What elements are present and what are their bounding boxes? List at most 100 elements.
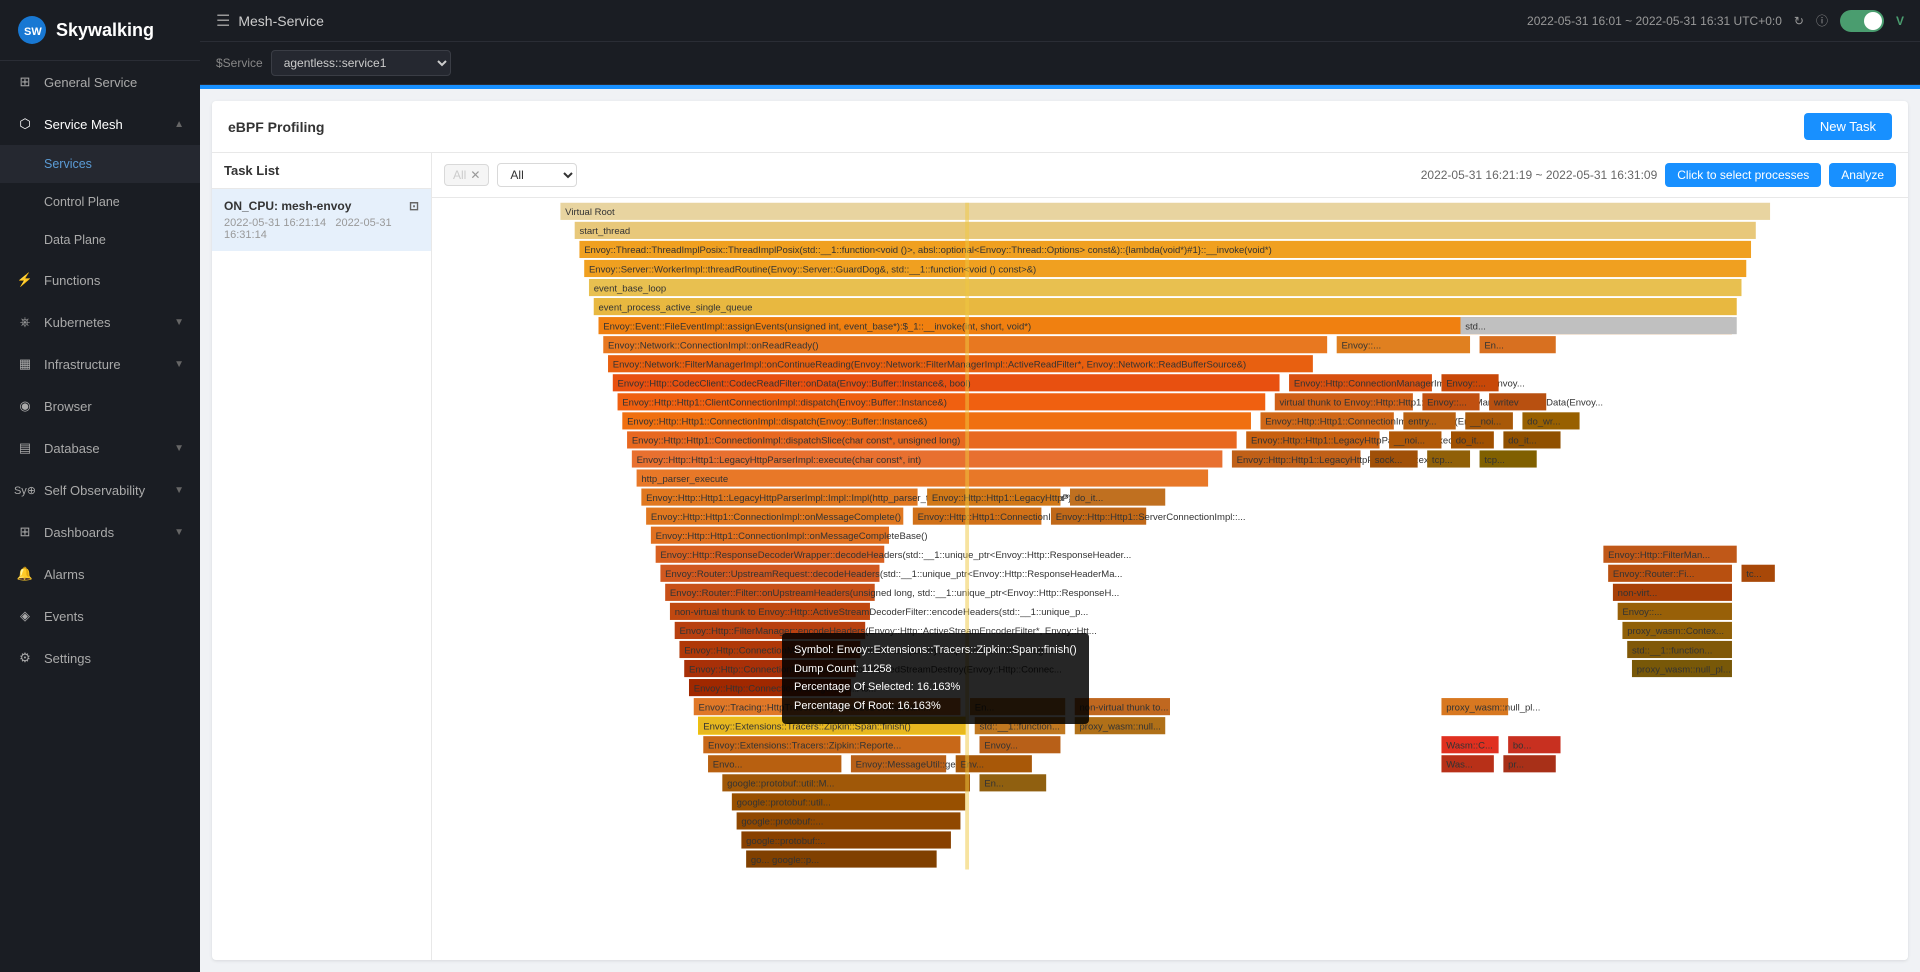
flame-bar[interactable] [665,584,875,601]
tag-remove-icon[interactable]: ✕ [470,168,480,182]
flame-bar[interactable] [1441,698,1508,715]
flame-bar[interactable] [975,717,1065,734]
sidebar-item-service-mesh[interactable]: ⬡ Service Mesh ▲ [0,103,200,145]
sidebar-item-events[interactable]: ◈ Events [0,595,200,637]
flame-bar[interactable] [622,412,1251,429]
flame-bar[interactable] [1618,603,1732,620]
flame-bar[interactable] [980,774,1047,791]
flame-bar[interactable] [1337,336,1470,353]
sidebar-item-functions[interactable]: ⚡ Functions [0,259,200,301]
task-icon[interactable]: ⊡ [409,199,419,213]
flame-bar[interactable] [651,527,889,544]
task-item[interactable]: ON_CPU: mesh-envoy ⊡ 2022-05-31 16:21:14… [212,189,431,251]
flame-bar[interactable] [737,812,961,829]
flame-bar[interactable] [1480,336,1556,353]
flame-bar[interactable] [646,508,903,525]
flame-bar[interactable] [560,203,1770,220]
flame-bar[interactable] [627,431,1237,448]
flame-bar[interactable] [632,450,1223,467]
flame-bar[interactable] [1451,431,1494,448]
flame-bar[interactable] [608,355,1313,372]
flame-bar[interactable] [618,393,1266,410]
flame-bar[interactable] [708,755,841,772]
sidebar-item-alarms[interactable]: 🔔 Alarms [0,553,200,595]
sidebar-item-services[interactable]: Services [0,145,200,183]
flame-bar[interactable] [637,469,1209,486]
flame-bar[interactable] [579,241,1751,258]
flame-bar[interactable] [679,641,860,658]
new-task-button[interactable]: New Task [1804,113,1892,140]
flame-bar[interactable] [1441,736,1498,753]
flame-bar[interactable] [1260,412,1393,429]
flame-bar[interactable] [1503,755,1555,772]
flame-bar[interactable] [689,679,851,696]
flame-bar[interactable] [1742,565,1775,582]
flame-bar[interactable] [1622,622,1732,639]
flame-bar[interactable] [1465,412,1513,429]
sidebar-item-database[interactable]: ▤ Database ▼ [0,427,200,469]
flame-bar[interactable] [613,374,1280,391]
flame-bar[interactable] [684,660,855,677]
flame-bar[interactable] [927,489,1060,506]
flame-bar[interactable] [589,279,1742,296]
sidebar-item-kubernetes[interactable]: ⎈ Kubernetes ▼ [0,301,200,343]
flame-bar[interactable] [851,755,946,772]
flame-bar[interactable] [1461,317,1737,334]
flame-bar[interactable] [1232,450,1361,467]
flame-bar[interactable] [1275,393,1413,410]
flame-bar[interactable] [980,736,1061,753]
flame-bar[interactable] [1627,641,1732,658]
flame-bar[interactable] [660,565,879,582]
flame-bar[interactable] [913,508,1042,525]
flame-bar[interactable] [1522,412,1579,429]
flame-bar[interactable] [1441,755,1493,772]
sidebar-item-dashboards[interactable]: ⊞ Dashboards ▼ [0,511,200,553]
flame-bar[interactable] [1427,450,1470,467]
toggle-switch[interactable] [1840,10,1884,32]
flame-bar[interactable] [641,489,917,506]
flame-svg[interactable]: Virtual Root start_thread Envoy::Thread:… [432,198,1908,960]
flame-bar[interactable] [1289,374,1432,391]
sidebar-item-data-plane[interactable]: Data Plane [0,221,200,259]
sidebar-item-browser[interactable]: ◉ Browser [0,385,200,427]
flame-bar[interactable] [584,260,1746,277]
flame-bar[interactable] [1422,393,1479,410]
flame-bar[interactable] [1075,717,1165,734]
flame-bar[interactable] [722,774,970,791]
flame-bar[interactable] [741,831,951,848]
flame-bar[interactable] [1075,698,1170,715]
analyze-button[interactable]: Analyze [1829,163,1896,187]
flame-bar[interactable] [1480,450,1537,467]
sidebar-item-infrastructure[interactable]: ▦ Infrastructure ▼ [0,343,200,385]
info-icon[interactable]: ⓘ [1816,12,1828,29]
flame-bar[interactable] [1441,374,1498,391]
sidebar-item-self-observability[interactable]: Sy⊕ Self Observability ▼ [0,469,200,511]
flame-bar[interactable] [703,736,960,753]
sidebar-item-general-service[interactable]: ⊞ General Service [0,61,200,103]
menu-icon[interactable]: ☰ [216,11,230,31]
filter-dropdown[interactable]: All [497,163,577,187]
flame-bar[interactable] [1403,412,1455,429]
flame-bar[interactable] [656,546,885,563]
flame-bar[interactable] [732,793,965,810]
flame-bar[interactable] [1051,508,1146,525]
flame-bar[interactable] [1389,431,1441,448]
flame-bar[interactable] [1608,565,1732,582]
flame-bar[interactable] [1508,736,1560,753]
flame-bar[interactable] [1370,450,1418,467]
flame-bar[interactable] [1246,431,1379,448]
flame-bar[interactable] [575,222,1756,239]
flame-bar[interactable] [1070,489,1165,506]
flame-bar[interactable] [594,298,1737,315]
flame-bar[interactable] [1489,393,1546,410]
flame-bar[interactable] [675,622,866,639]
flame-bar[interactable] [670,603,870,620]
reload-icon[interactable]: ↻ [1794,14,1804,28]
flame-bar[interactable] [1503,431,1560,448]
click-process-button[interactable]: Click to select processes [1665,163,1821,187]
flame-bar[interactable] [746,850,937,867]
service-select[interactable]: agentless::service1 [271,50,451,76]
flame-bar-zipkin-finish[interactable] [699,717,966,734]
flame-bar[interactable] [1632,660,1732,677]
sidebar-item-settings[interactable]: ⚙ Settings [0,637,200,679]
